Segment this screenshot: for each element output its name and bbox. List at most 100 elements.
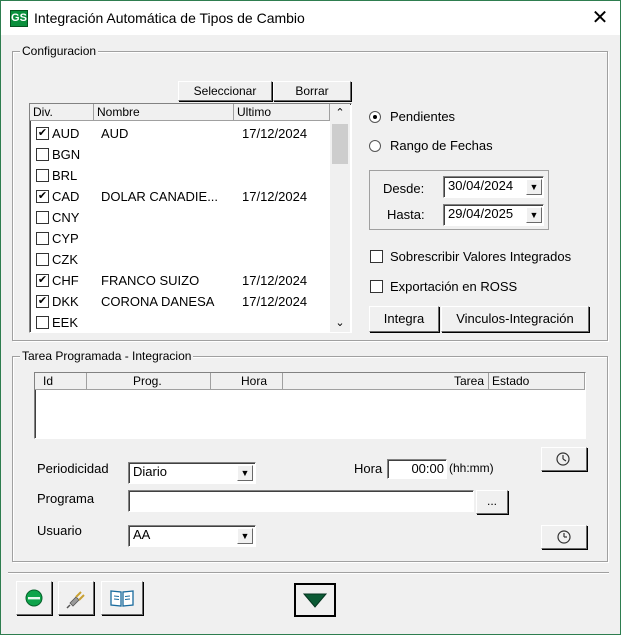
vinculos-integracion-button[interactable]: Vinculos-Integración xyxy=(441,306,589,332)
sobrescribir-label[interactable]: Sobrescribir Valores Integrados xyxy=(390,249,571,264)
currency-list-scrollbar[interactable]: ⌃ ⌄ xyxy=(330,104,350,332)
hora-value: 00:00 xyxy=(411,461,444,476)
scroll-up-icon[interactable]: ⌃ xyxy=(330,104,350,122)
periodicidad-select[interactable]: Diario ▼ xyxy=(128,462,256,484)
currency-div: AUD xyxy=(52,126,80,141)
window-title: Integración Automática de Tipos de Cambi… xyxy=(34,10,305,26)
currency-div: DKK xyxy=(52,294,79,309)
down-arrow-icon xyxy=(302,593,328,608)
currency-checkbox[interactable] xyxy=(36,232,49,245)
scroll-thumb[interactable] xyxy=(332,124,348,164)
close-icon[interactable]: ✕ xyxy=(585,5,615,31)
clock-icon xyxy=(557,530,571,544)
column-header-div[interactable]: Div. xyxy=(30,104,94,121)
currency-list[interactable]: Div. Nombre Ultimo ✔ AUD AUD 17/12/2024 BGN B… xyxy=(29,103,352,333)
usuario-label: Usuario xyxy=(37,523,82,538)
hasta-dropdown-icon[interactable]: ▼ xyxy=(526,207,542,223)
hasta-date-picker[interactable]: 29/04/2025 ▼ xyxy=(443,204,544,226)
clock-search-icon xyxy=(556,452,570,466)
currency-div: CZK xyxy=(52,252,78,267)
refresh-tasks-button[interactable] xyxy=(541,447,587,471)
currency-ultimo: 17/12/2024 xyxy=(242,273,308,288)
list-item[interactable]: CZK xyxy=(30,250,330,271)
list-item[interactable]: EEK xyxy=(30,313,330,332)
list-item[interactable]: ✔ CAD DOLAR CANADIE... 17/12/2024 xyxy=(30,187,330,208)
desde-label: Desde: xyxy=(383,181,425,196)
currency-checkbox[interactable] xyxy=(36,211,49,224)
list-item[interactable]: BGN xyxy=(30,145,330,166)
currency-checkbox[interactable] xyxy=(36,169,49,182)
exportacion-label[interactable]: Exportación en ROSS xyxy=(390,279,517,294)
app-logo-icon: GS xyxy=(10,10,28,27)
currency-div: CYP xyxy=(52,231,79,246)
list-item[interactable]: CYP xyxy=(30,229,330,250)
column-header-nombre[interactable]: Nombre xyxy=(94,104,234,121)
usuario-value: AA xyxy=(133,527,151,542)
sobrescribir-checkbox[interactable] xyxy=(370,250,383,263)
currency-checkbox[interactable]: ✔ xyxy=(36,295,49,308)
integra-button[interactable]: Integra xyxy=(369,306,439,332)
hora-label: Hora xyxy=(354,461,383,476)
column-header-id[interactable]: Id xyxy=(35,373,87,390)
usuario-select[interactable]: AA ▼ xyxy=(128,525,256,547)
desde-date-picker[interactable]: 30/04/2024 ▼ xyxy=(443,176,544,198)
column-header-tarea[interactable]: Tarea xyxy=(283,373,489,390)
expand-button[interactable] xyxy=(294,583,336,617)
periodicidad-label: Periodicidad xyxy=(37,461,109,476)
list-item[interactable]: ✔ AUD AUD 17/12/2024 xyxy=(30,124,330,145)
bottom-separator xyxy=(8,572,609,574)
column-header-estado[interactable]: Estado xyxy=(489,373,585,390)
currency-div: BGN xyxy=(52,147,81,162)
column-header-prog[interactable]: Prog. xyxy=(87,373,211,390)
programa-label: Programa xyxy=(37,491,95,506)
tarea-programada-legend: Tarea Programada - Integracion xyxy=(20,349,194,363)
rango-fechas-radio[interactable] xyxy=(369,140,381,152)
currency-checkbox[interactable] xyxy=(36,253,49,266)
currency-nombre: AUD xyxy=(101,126,129,141)
currency-checkbox[interactable]: ✔ xyxy=(36,127,49,140)
periodicidad-value: Diario xyxy=(133,464,167,479)
help-button[interactable] xyxy=(101,581,143,615)
borrar-button[interactable]: Borrar xyxy=(273,81,351,101)
desde-value: 30/04/2024 xyxy=(448,178,514,193)
seleccionar-button[interactable]: Seleccionar xyxy=(178,81,272,101)
schedule-button[interactable] xyxy=(541,525,587,549)
pendientes-label[interactable]: Pendientes xyxy=(390,109,455,124)
currency-div: CNY xyxy=(52,210,80,225)
list-item[interactable]: CNY xyxy=(30,208,330,229)
column-header-ultimo[interactable]: Ultimo xyxy=(234,104,330,121)
browse-programa-button[interactable]: ... xyxy=(476,490,508,514)
currency-div: EEK xyxy=(52,315,79,330)
currency-checkbox[interactable]: ✔ xyxy=(36,274,49,287)
book-icon xyxy=(110,590,134,607)
currency-ultimo: 17/12/2024 xyxy=(242,126,308,141)
programa-input[interactable] xyxy=(128,490,474,512)
hasta-label: Hasta: xyxy=(387,207,425,222)
currency-checkbox[interactable]: ✔ xyxy=(36,190,49,203)
accept-button[interactable] xyxy=(16,581,52,615)
list-item[interactable]: BRL xyxy=(30,166,330,187)
exportacion-checkbox[interactable] xyxy=(370,280,383,293)
scroll-down-icon[interactable]: ⌄ xyxy=(330,314,350,332)
configuracion-legend: Configuracion xyxy=(20,44,99,58)
rango-fechas-label[interactable]: Rango de Fechas xyxy=(390,138,493,153)
title-bar: GS Integración Automática de Tipos de Ca… xyxy=(1,1,620,35)
currency-checkbox[interactable] xyxy=(36,316,49,329)
usuario-dropdown-icon[interactable]: ▼ xyxy=(237,528,253,544)
hora-input[interactable]: 00:00 xyxy=(387,459,447,479)
column-header-hora[interactable]: Hora xyxy=(211,373,283,390)
currency-div: CHF xyxy=(52,273,79,288)
pendientes-radio[interactable] xyxy=(369,111,381,123)
currency-checkbox[interactable] xyxy=(36,148,49,161)
list-item[interactable]: ✔ CHF FRANCO SUIZO 17/12/2024 xyxy=(30,271,330,292)
hora-unit: (hh:mm) xyxy=(449,461,494,475)
periodicidad-dropdown-icon[interactable]: ▼ xyxy=(237,465,253,481)
tasks-table[interactable]: Id Prog. Hora Tarea Estado xyxy=(34,372,586,439)
list-item[interactable]: ✔ DKK CORONA DANESA 17/12/2024 xyxy=(30,292,330,313)
currency-div: CAD xyxy=(52,189,80,204)
connect-button[interactable] xyxy=(58,581,94,615)
currency-ultimo: 17/12/2024 xyxy=(242,189,308,204)
currency-nombre: FRANCO SUIZO xyxy=(101,273,200,288)
hasta-value: 29/04/2025 xyxy=(448,206,514,221)
desde-dropdown-icon[interactable]: ▼ xyxy=(526,179,542,195)
